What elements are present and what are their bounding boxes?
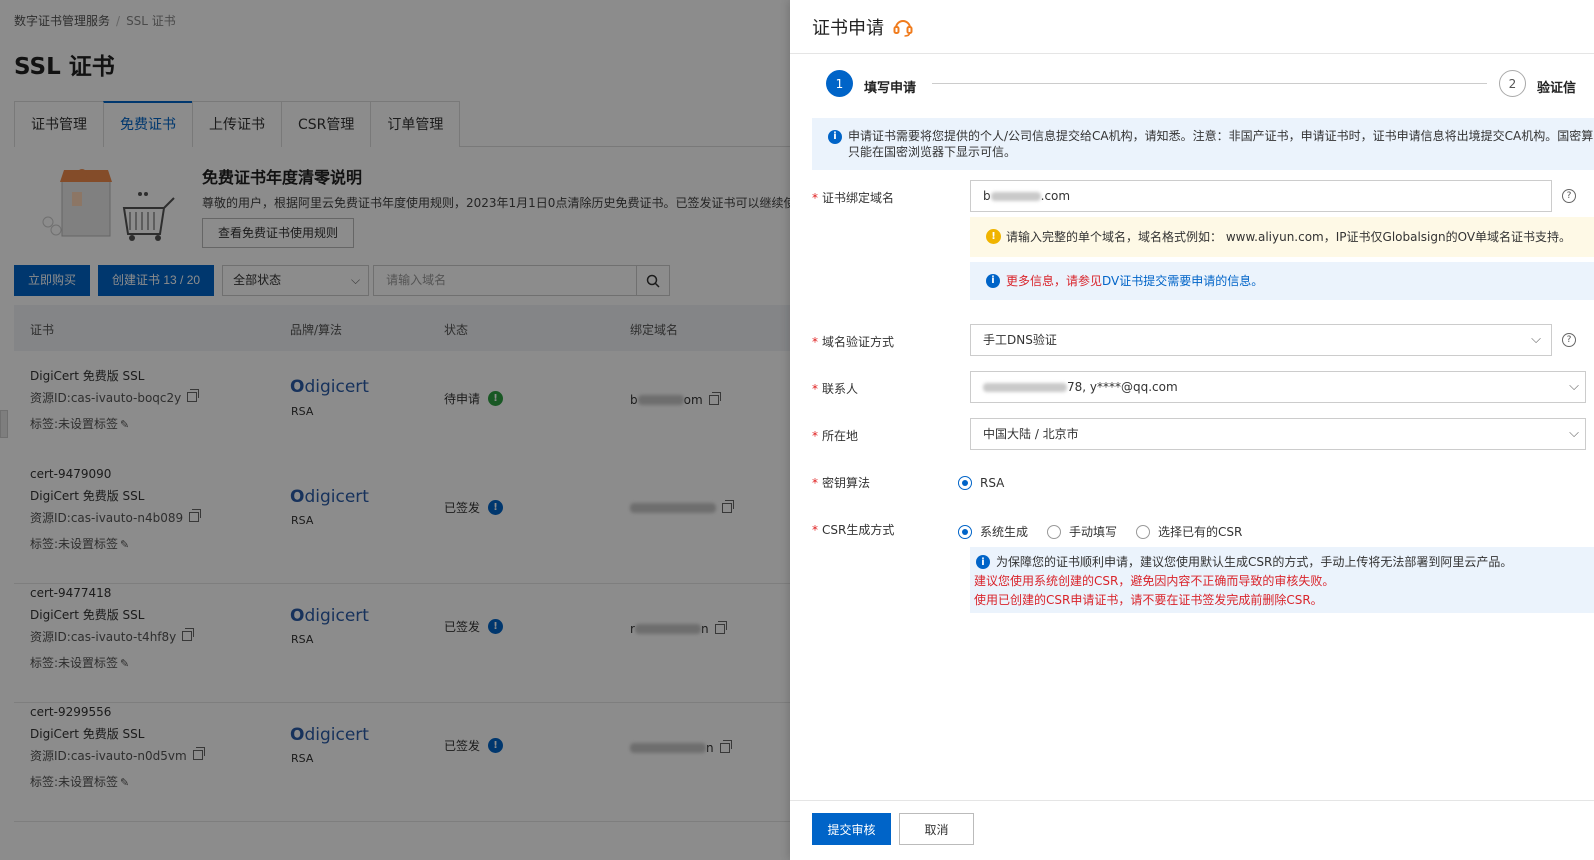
help-icon[interactable]: ?	[1562, 333, 1576, 347]
csr-warning-1: 建议您使用系统创建的CSR，避免因内容不正确而导致的审核失败。	[974, 574, 1335, 588]
drawer-header: 证书申请	[790, 0, 1594, 54]
drawer-footer: 提交审核 取消	[790, 800, 1594, 860]
help-icon[interactable]: ?	[1562, 189, 1576, 203]
contact-label: * 联系人	[812, 382, 859, 396]
ca-info-line-2: 只能在国密浏览器下显示可信。	[848, 145, 1017, 159]
step-1-label: 填写申请	[864, 81, 917, 96]
radio-indicator	[958, 524, 972, 539]
csr-tip-text: 为保障您的证书顺利申请，建议您使用默认生成CSR的方式，手动上传将无法部署到阿里…	[996, 555, 1513, 569]
chevron-down-icon: ⌵	[1531, 332, 1541, 347]
radio-csr-existing[interactable]: 选择已有的CSR	[1136, 523, 1242, 540]
csr-method-label: * CSR生成方式	[812, 523, 895, 537]
info-icon: i	[986, 274, 1000, 288]
ca-info-line-1: 申请证书需要将您提供的个人/公司信息提交给CA机构，请知悉。注意：非国产证书，申…	[848, 129, 1594, 143]
headset-support-icon[interactable]	[892, 16, 914, 38]
submit-review-button[interactable]: 提交审核	[812, 813, 891, 845]
console-background: 数字证书管理服务 / SSL 证书 SSL 证书 证书管理 免费证书 上传证书 CS…	[0, 0, 790, 860]
radio-csr-manual[interactable]: 手动填写	[1047, 523, 1117, 540]
info-icon: i	[976, 555, 990, 569]
radio-indicator	[1047, 524, 1061, 539]
chevron-down-icon: ⌵	[1569, 379, 1579, 394]
chevron-down-icon: ⌵	[1569, 426, 1579, 441]
more-info-notice: i 更多信息，请参见DV证书提交需要申请的信息。	[970, 262, 1594, 300]
dv-info-link[interactable]: DV证书提交需要申请的信息。	[1102, 274, 1263, 288]
ca-info-notice: i 申请证书需要将您提供的个人/公司信息提交给CA机构，请知悉。注意：非国产证书…	[812, 118, 1594, 170]
verify-method-select[interactable]: 手工DNS验证 ⌵	[970, 324, 1552, 356]
step-2-label: 验证信	[1537, 81, 1577, 96]
step-indicator: 1 填写申请 2 验证信	[812, 70, 1594, 100]
step-1-circle: 1	[826, 70, 853, 97]
csr-warning-2: 使用已创建的CSR申请证书，请不要在证书签发完成前删除CSR。	[974, 593, 1323, 607]
info-icon: i	[828, 130, 842, 144]
location-select[interactable]: 中国大陆 / 北京市 ⌵	[970, 418, 1586, 450]
location-label: * 所在地	[812, 429, 859, 443]
warning-icon: !	[986, 229, 1001, 244]
modal-overlay[interactable]	[0, 0, 790, 860]
step-2-circle: 2	[1499, 70, 1526, 97]
radio-csr-system[interactable]: 系统生成	[958, 523, 1028, 540]
domain-field-label: * 证书绑定域名	[812, 191, 895, 205]
radio-indicator	[958, 476, 972, 490]
radio-rsa[interactable]: RSA	[958, 476, 1004, 490]
cancel-button[interactable]: 取消	[899, 813, 974, 845]
verify-method-label: * 域名验证方式	[812, 335, 895, 349]
radio-indicator	[1136, 524, 1150, 539]
step-connector	[932, 83, 1487, 84]
domain-input[interactable]: b .com	[970, 180, 1552, 212]
drawer-title: 证书申请	[812, 18, 884, 39]
contact-select[interactable]: 78, y****@qq.com ⌵	[970, 371, 1586, 403]
key-algo-label: * 密钥算法	[812, 476, 871, 490]
csr-tips: i 为保障您的证书顺利申请，建议您使用默认生成CSR的方式，手动上传将无法部署到…	[970, 547, 1594, 613]
domain-format-warning: ! 请输入完整的单个域名，域名格式例如： www.aliyun.com，IP证书…	[970, 217, 1594, 257]
cert-apply-drawer: 证书申请 1 填写申请 2 验证信 i 申请证书需要将您提供的个人/公司信息提交…	[790, 0, 1594, 860]
